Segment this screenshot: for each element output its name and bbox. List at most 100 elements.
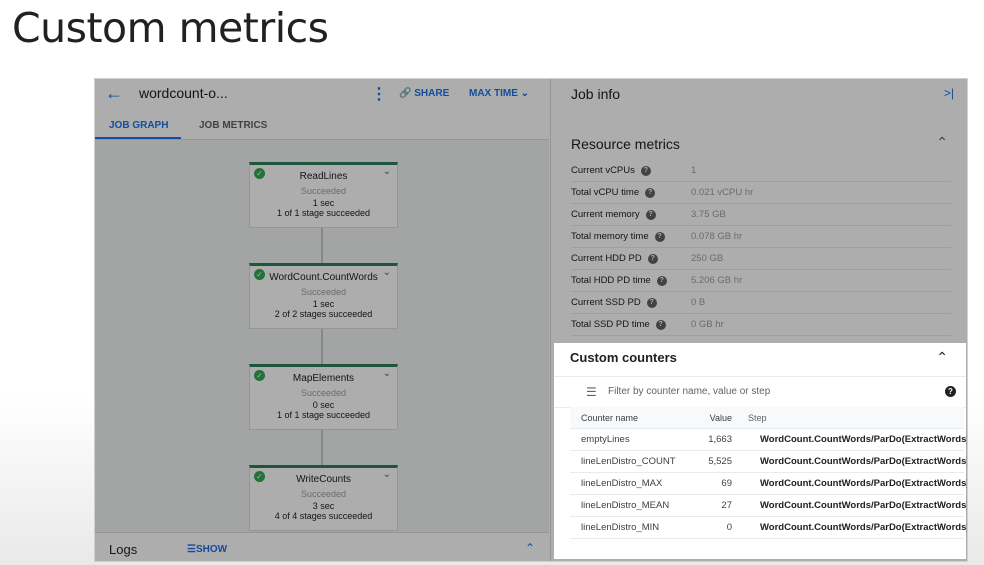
metric-label: Current vCPUs [571,165,635,176]
job-info-title: Job info [571,86,621,102]
help-icon[interactable]: ? [656,275,667,286]
check-circle-icon: ✓ [254,370,265,381]
node-name: ReadLines [299,171,348,182]
chevron-up-icon[interactable]: ⌃ [936,349,948,366]
counter-value: 5,525 [708,456,732,467]
chevron-up-icon[interactable]: ⌃ [936,134,948,151]
metric-value: 250 GB [691,253,724,264]
table-header: Counter name Value Step [570,407,964,429]
metric-row: Current SSD PD? 0 B [571,292,951,314]
node-status: Succeeded [300,287,347,297]
chevron-down-icon: ⌄ [520,88,530,99]
metric-label: Total vCPU time [571,187,640,198]
node-status: Succeeded [300,489,347,499]
chevron-down-icon[interactable]: ⌄ [383,267,391,278]
counter-filter-bar[interactable]: ☰ Filter by counter name, value or step … [554,376,966,408]
slide-title: Custom metrics [12,4,329,52]
counter-name: emptyLines [581,434,630,445]
table-row: lineLenDistro_COUNT 5,525 WordCount.Coun… [570,451,967,473]
help-icon[interactable]: ? [647,253,658,264]
logs-bar: Logs ☰SHOW ⌃ [95,532,549,561]
metric-label: Total memory time [571,231,649,242]
custom-counters-title: Custom counters [570,350,677,365]
share-label: SHARE [414,88,450,99]
counter-step: WordCount.CountWords/ParDo(ExtractWords) [760,522,968,533]
metric-row: Total SSD PD time? 0 GB hr [571,314,951,336]
column-header-name[interactable]: Counter name [570,413,690,423]
node-time: 3 sec [312,501,335,511]
active-tab-indicator [95,137,181,139]
node-time: 0 sec [312,400,335,410]
metric-value: 0.021 vCPU hr [691,187,754,198]
metric-value: 0.078 GB hr [691,231,743,242]
metric-label: Total SSD PD time [571,319,650,330]
column-header-step[interactable]: Step [732,413,964,423]
node-stages: 1 of 1 stage succeeded [276,208,371,218]
custom-counters-card: Custom counters ⌃ ☰ Filter by counter na… [554,343,968,559]
graph-node-readlines[interactable]: ✓ ⌄ ReadLines Succeeded 1 sec 1 of 1 sta… [249,162,398,228]
metric-label: Current memory [571,209,640,220]
help-icon[interactable]: ? [945,386,956,397]
graph-node-countwords[interactable]: ✓ ⌄ WordCount.CountWords Succeeded 1 sec… [249,263,398,329]
metric-value: 0 B [691,297,706,308]
graph-node-mapelements[interactable]: ✓ ⌄ MapElements Succeeded 0 sec 1 of 1 s… [249,364,398,430]
tab-bar: JOB GRAPH JOB METRICS [95,113,549,140]
counter-value: 1,663 [708,434,732,445]
counter-name: lineLenDistro_MAX [581,478,663,489]
counters-table: Counter name Value Step emptyLines 1,663… [570,407,968,539]
node-stages: 4 of 4 stages succeeded [274,511,373,521]
metric-label: Current SSD PD [571,297,641,308]
check-circle-icon: ✓ [254,471,265,482]
node-time: 1 sec [312,198,335,208]
job-graph-canvas[interactable]: ✓ ⌄ ReadLines Succeeded 1 sec 1 of 1 sta… [95,140,549,532]
help-icon[interactable]: ? [645,209,656,220]
tab-job-graph[interactable]: JOB GRAPH [109,120,168,131]
expand-up-icon[interactable]: ⌃ [525,541,535,555]
chevron-down-icon[interactable]: ⌄ [383,368,391,379]
more-vert-icon[interactable]: ⋮ [371,84,387,104]
table-row: lineLenDistro_MAX 69 WordCount.CountWord… [570,473,967,495]
metric-row: Total HDD PD time? 5.206 GB hr [571,270,951,292]
column-header-value[interactable]: Value [690,413,732,423]
node-name: MapElements [292,373,355,384]
filter-input[interactable]: Filter by counter name, value or step [608,386,770,397]
share-button[interactable]: 🔗 SHARE [399,88,449,99]
resource-metrics-title: Resource metrics [571,136,680,152]
check-circle-icon: ✓ [254,168,265,179]
tab-job-metrics[interactable]: JOB METRICS [199,120,267,131]
counter-value: 0 [726,522,732,533]
node-time: 1 sec [312,299,335,309]
help-icon[interactable]: ? [640,165,651,176]
chevron-down-icon[interactable]: ⌄ [383,469,391,480]
help-icon[interactable]: ? [645,187,656,198]
metric-value: 5.206 GB hr [691,275,743,286]
metric-row: Total memory time? 0.078 GB hr [571,226,951,248]
show-logs-button[interactable]: ☰SHOW [187,544,227,555]
show-label: SHOW [195,544,228,555]
help-icon[interactable]: ? [646,297,657,308]
help-icon[interactable]: ? [654,231,665,242]
node-name: WordCount.CountWords [269,272,378,283]
max-time-label: MAX TIME [469,88,518,99]
node-status: Succeeded [300,186,347,196]
counter-step: WordCount.CountWords/ParDo(ExtractWords) [760,434,968,445]
metric-label: Current HDD PD [571,253,642,264]
job-graph-pane: ← wordcount-o... ⋮ 🔗 SHARE MAX TIME ⌄ JO… [95,79,549,561]
counter-step: WordCount.CountWords/ParDo(ExtractWords) [760,500,968,511]
chevron-down-icon[interactable]: ⌄ [383,166,391,177]
metric-row: Current HDD PD? 250 GB [571,248,951,270]
node-name: WriteCounts [296,474,351,485]
graph-node-writecounts[interactable]: ✓ ⌄ WriteCounts Succeeded 3 sec 4 of 4 s… [249,465,398,531]
counter-value: 27 [721,500,732,511]
metric-row: Current vCPUs? 1 [571,160,951,182]
back-arrow-icon[interactable]: ← [105,83,123,104]
collapse-panel-icon[interactable]: >| [944,86,954,100]
list-icon: ☰ [187,544,196,555]
table-row: lineLenDistro_MIN 0 WordCount.CountWords… [570,517,968,539]
counter-name: lineLenDistro_MEAN [581,500,670,511]
node-stages: 2 of 2 stages succeeded [274,309,373,319]
max-time-dropdown[interactable]: MAX TIME ⌄ [469,88,529,99]
node-status: Succeeded [300,388,347,398]
help-icon[interactable]: ? [655,319,666,330]
metric-row: Total vCPU time? 0.021 vCPU hr [571,182,951,204]
